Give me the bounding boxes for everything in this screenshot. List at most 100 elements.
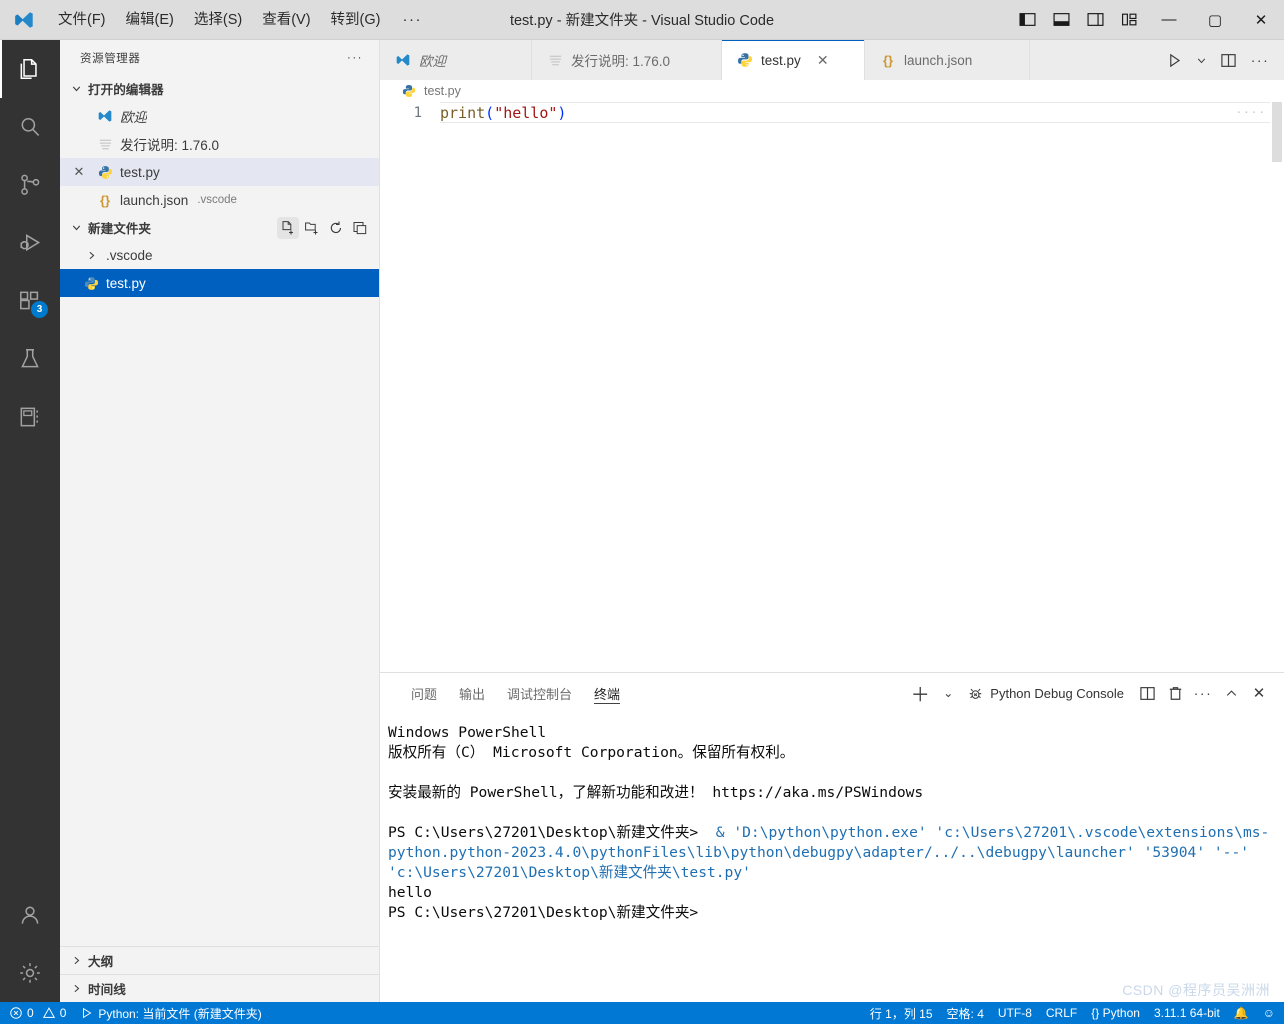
section-open-editors-label: 打开的编辑器 xyxy=(88,83,164,97)
minimize-button[interactable]: — xyxy=(1146,0,1192,39)
activity-item-extensions[interactable]: 3 xyxy=(0,272,60,330)
split-terminal-icon[interactable] xyxy=(1134,679,1160,707)
folder-item-test-py[interactable]: test.py xyxy=(60,269,379,297)
status-cursor-position[interactable]: 行 1，列 15 xyxy=(863,1002,940,1024)
tab-launch-json[interactable]: {} launch.json xyxy=(865,40,1030,80)
activity-item-search[interactable] xyxy=(0,98,60,156)
panel-tab-output[interactable]: 输出 xyxy=(448,673,496,713)
menu-go[interactable]: 转到(G) xyxy=(321,5,391,35)
chevron-down-icon[interactable] xyxy=(1192,46,1210,74)
python-icon xyxy=(736,52,754,68)
section-outline[interactable]: 大纲 xyxy=(60,946,379,974)
panel-tab-problems[interactable]: 问题 xyxy=(400,673,448,713)
menu-view[interactable]: 查看(V) xyxy=(252,5,320,35)
kill-terminal-icon[interactable] xyxy=(1162,679,1188,707)
toggle-panel-icon[interactable] xyxy=(1044,0,1078,39)
status-language-mode[interactable]: {} Python xyxy=(1084,1002,1147,1024)
activity-item-notebook[interactable] xyxy=(0,388,60,446)
new-folder-icon[interactable] xyxy=(301,217,323,239)
new-terminal-dropdown-icon[interactable]: ⌄ xyxy=(935,679,961,707)
section-folder-label: 新建文件夹 xyxy=(88,222,151,236)
editor-actions: ··· xyxy=(1030,40,1284,80)
section-folder[interactable]: 新建文件夹 xyxy=(60,214,379,241)
activity-item-run-and-debug[interactable] xyxy=(0,214,60,272)
collapse-all-icon[interactable] xyxy=(349,217,371,239)
more-actions-icon[interactable]: ··· xyxy=(1246,46,1274,74)
status-eol[interactable]: CRLF xyxy=(1039,1002,1084,1024)
menu-selection[interactable]: 选择(S) xyxy=(184,5,252,35)
tab-test-py[interactable]: test.py ✕ xyxy=(722,40,865,80)
status-feedback-icon[interactable]: ☺ xyxy=(1256,1002,1282,1024)
toggle-primary-sidebar-icon[interactable] xyxy=(1010,0,1044,39)
menu-file[interactable]: 文件(F) xyxy=(48,5,116,35)
python-icon xyxy=(400,84,418,98)
code-editor[interactable]: 1 print("hello") ···· xyxy=(380,102,1284,672)
status-problems[interactable]: 0 0 xyxy=(2,1002,73,1024)
status-indentation[interactable]: 空格: 4 xyxy=(940,1002,991,1024)
activity-item-accounts[interactable] xyxy=(0,886,60,944)
refresh-icon[interactable] xyxy=(325,217,347,239)
release-notes-icon xyxy=(546,53,564,68)
status-notifications-icon[interactable]: 🔔 xyxy=(1227,1002,1256,1024)
sidebar-more-icon[interactable]: ··· xyxy=(339,52,371,64)
new-file-icon[interactable] xyxy=(277,216,299,239)
maximize-button[interactable]: ▢ xyxy=(1192,0,1238,39)
panel-views-more-icon[interactable]: ··· xyxy=(1190,679,1216,707)
status-python-version[interactable]: 3.11.1 64-bit xyxy=(1147,1002,1227,1024)
breadcrumb[interactable]: test.py xyxy=(380,80,1284,102)
sidebar-explorer: 资源管理器 ··· 打开的编辑器 欧迎 发行说明: 1.76.0 ✕ test.… xyxy=(60,40,380,1002)
extensions-badge: 3 xyxy=(31,301,48,318)
maximize-panel-icon[interactable] xyxy=(1218,679,1244,707)
customize-layout-icon[interactable] xyxy=(1112,0,1146,39)
code-token-string: "hello" xyxy=(494,103,558,122)
status-encoding[interactable]: UTF-8 xyxy=(991,1002,1039,1024)
title-bar-right: — ▢ ✕ xyxy=(1010,0,1284,39)
code-token-open-paren: ( xyxy=(485,103,495,122)
activity-item-source-control[interactable] xyxy=(0,156,60,214)
tab-welcome-label: 欧迎 xyxy=(419,54,446,69)
menu-more-icon[interactable]: ··· xyxy=(390,11,434,28)
tab-close-icon[interactable]: ✕ xyxy=(814,52,832,69)
toggle-secondary-sidebar-icon[interactable] xyxy=(1078,0,1112,39)
open-editor-test-py[interactable]: ✕ test.py xyxy=(60,158,379,186)
run-debug-icon xyxy=(20,234,41,252)
active-terminal-selector[interactable]: Python Debug Console xyxy=(963,679,1132,707)
editor-scrollbar[interactable] xyxy=(1270,102,1284,672)
section-outline-label: 大纲 xyxy=(88,955,114,969)
close-icon[interactable]: ✕ xyxy=(68,164,90,180)
sidebar-header: 资源管理器 ··· xyxy=(60,40,379,75)
run-python-file-icon[interactable] xyxy=(1160,46,1188,74)
activity-item-explorer[interactable] xyxy=(0,40,60,98)
menu-edit[interactable]: 编辑(E) xyxy=(116,5,184,35)
open-editor-launch-json[interactable]: {} launch.json .vscode xyxy=(60,186,379,214)
section-open-editors[interactable]: 打开的编辑器 xyxy=(60,75,379,102)
open-editor-launch-json-desc: .vscode xyxy=(197,194,237,206)
split-editor-icon[interactable] xyxy=(1214,46,1242,74)
activity-item-manage[interactable] xyxy=(0,944,60,1002)
editor-scrollbar-thumb[interactable] xyxy=(1272,102,1282,162)
account-icon xyxy=(21,906,39,924)
panel-tab-terminal[interactable]: 终端 xyxy=(583,673,631,713)
status-python-config[interactable]: Python: 当前文件 (新建文件夹) xyxy=(73,1002,268,1024)
tab-launch-json-label: launch.json xyxy=(904,52,973,68)
open-editor-welcome[interactable]: 欧迎 xyxy=(60,102,379,130)
activity-item-testing[interactable] xyxy=(0,330,60,388)
terminal-output[interactable]: Windows PowerShell 版权所有（C） Microsoft Corp… xyxy=(380,713,1284,1002)
folder-actions xyxy=(277,216,379,239)
panel-tab-debug-console[interactable]: 调试控制台 xyxy=(496,673,583,713)
status-bar-right: 行 1，列 15 空格: 4 UTF-8 CRLF {} Python 3.11… xyxy=(863,1002,1282,1024)
folder-item-vscode[interactable]: .vscode xyxy=(60,241,379,269)
tab-release-notes[interactable]: 发行说明: 1.76.0 xyxy=(532,40,722,80)
new-terminal-icon[interactable]: ＋ xyxy=(907,679,933,707)
close-panel-icon[interactable]: ✕ xyxy=(1246,679,1272,707)
files-icon xyxy=(20,59,37,79)
open-editor-release-notes[interactable]: 发行说明: 1.76.0 xyxy=(60,130,379,158)
section-timeline[interactable]: 时间线 xyxy=(60,974,379,1002)
close-button[interactable]: ✕ xyxy=(1238,0,1284,39)
tab-welcome[interactable]: 欧迎 xyxy=(380,40,532,80)
source-control-icon xyxy=(21,174,40,195)
minimap[interactable]: ···· xyxy=(1236,106,1267,119)
line-number: 1 xyxy=(413,104,422,121)
chevron-down-icon xyxy=(68,220,84,236)
